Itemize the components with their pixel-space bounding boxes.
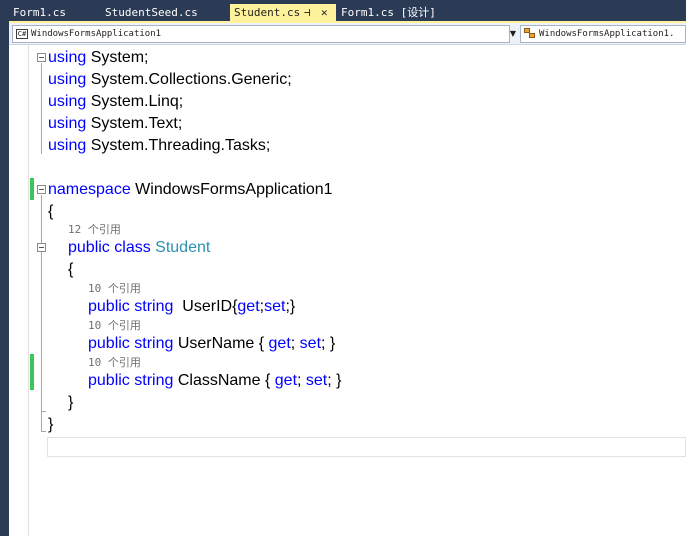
code-line: using System.Collections.Generic; — [48, 71, 292, 88]
current-line-highlight[interactable] — [47, 437, 686, 457]
close-icon[interactable]: ✕ — [321, 4, 328, 22]
changed-line-marker — [30, 178, 34, 200]
csharp-project-icon: C# — [16, 29, 28, 39]
pin-icon[interactable]: ⊣ — [304, 4, 311, 22]
collapse-toggle-class[interactable] — [37, 243, 46, 252]
chevron-down-icon[interactable]: ▼ — [507, 25, 519, 43]
collapse-toggle-namespace[interactable] — [37, 185, 46, 194]
member-dropdown[interactable]: WindowsFormsApplication1. — [520, 25, 686, 43]
code-line: } — [48, 416, 54, 433]
tab-form1-designer[interactable]: Form1.cs [设计] — [337, 4, 457, 22]
code-line: using System.Linq; — [48, 93, 184, 110]
tab-label: Form1.cs [设计] — [341, 6, 436, 19]
tab-student-cs[interactable]: Student.cs ⊣ ✕ — [230, 4, 336, 22]
code-line: using System; — [48, 49, 149, 66]
code-line: using System.Text; — [48, 115, 183, 132]
code-line: { — [68, 261, 74, 278]
reference-count-hint[interactable]: 10 个引用 — [88, 281, 141, 296]
class-icon — [524, 28, 536, 39]
outline-end — [41, 411, 46, 412]
tab-label: StudentSeed.cs — [105, 6, 198, 19]
code-line: } — [68, 394, 74, 411]
outline-end — [41, 431, 46, 432]
outline-guide — [41, 63, 42, 154]
editor-gutter-divider — [28, 45, 29, 536]
navigation-bar: C# WindowsFormsApplication1 ▼ WindowsForm… — [9, 23, 686, 45]
member-dropdown-value: WindowsFormsApplication1. — [539, 29, 675, 39]
tab-label: Form1.cs — [13, 6, 66, 19]
reference-count-hint[interactable]: 10 个引用 — [88, 355, 141, 370]
reference-count-hint[interactable]: 10 个引用 — [88, 318, 141, 333]
code-line: using System.Threading.Tasks; — [48, 137, 271, 154]
tab-form1-cs[interactable]: Form1.cs — [9, 4, 101, 22]
tab-studentseed-cs[interactable]: StudentSeed.cs — [101, 4, 229, 22]
project-dropdown-value: WindowsFormsApplication1 — [31, 29, 162, 39]
code-line: public class Student — [68, 239, 211, 256]
code-editor[interactable]: using System; using System.Collections.G… — [9, 45, 686, 536]
code-line: public string UserName { get; set; } — [88, 335, 336, 352]
document-tab-bar: Form1.cs StudentSeed.cs Student.cs ⊣ ✕ F… — [9, 0, 686, 22]
reference-count-hint[interactable]: 12 个引用 — [68, 222, 121, 237]
code-line: { — [48, 203, 54, 220]
project-dropdown[interactable]: C# WindowsFormsApplication1 — [12, 25, 510, 43]
code-line: namespace WindowsFormsApplication1 — [48, 181, 333, 198]
code-line: public string ClassName { get; set; } — [88, 372, 342, 389]
collapse-toggle-usings[interactable] — [37, 53, 46, 62]
tab-label: Student.cs — [234, 6, 301, 19]
code-line: public string UserID{get;set;} — [88, 298, 296, 315]
changed-line-marker — [30, 354, 34, 390]
left-tool-strip — [0, 0, 9, 536]
outline-guide — [41, 253, 42, 411]
